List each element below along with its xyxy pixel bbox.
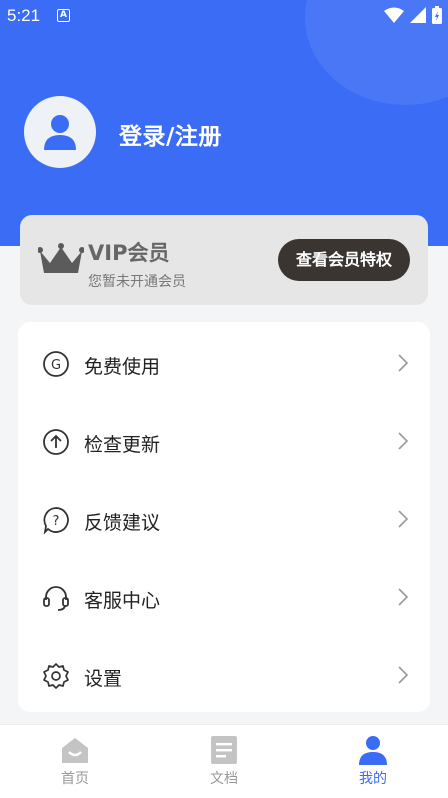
- menu-item-label: 免费使用: [84, 356, 161, 378]
- upload-arrow-icon: [43, 429, 69, 455]
- chevron-right-icon: [398, 354, 408, 372]
- menu-item-feedback[interactable]: ? 反馈建议: [18, 480, 430, 558]
- wifi-icon: [384, 7, 404, 23]
- menu-item-settings[interactable]: 设置: [18, 636, 430, 714]
- status-time: 5:21: [7, 6, 41, 25]
- vip-subtitle: 您暂未开通会员: [88, 274, 186, 290]
- battery-icon: [432, 6, 442, 24]
- headset-icon: [43, 586, 69, 611]
- profile-header: 5:21 A 登录/注册: [0, 0, 448, 246]
- view-vip-privileges-button[interactable]: 查看会员特权: [278, 239, 410, 281]
- tab-home[interactable]: 首页: [25, 725, 125, 798]
- menu-item-label: 反馈建议: [84, 512, 161, 534]
- tab-documents[interactable]: 文档: [174, 725, 274, 798]
- notification-icon: A: [57, 9, 70, 22]
- menu-item-customer-service[interactable]: 客服中心: [18, 558, 430, 636]
- tab-label: 我的: [359, 771, 387, 787]
- menu-item-free-use[interactable]: G 免费使用: [18, 324, 430, 402]
- menu-item-label: 设置: [84, 668, 123, 690]
- gear-icon: [43, 663, 69, 689]
- chevron-right-icon: [398, 432, 408, 450]
- avatar[interactable]: [24, 96, 96, 168]
- chevron-right-icon: [398, 666, 408, 684]
- vip-title: VIP会员: [88, 241, 170, 265]
- menu-item-label: 检查更新: [84, 434, 161, 456]
- document-icon: [211, 736, 237, 764]
- tab-label: 首页: [61, 771, 89, 787]
- chevron-right-icon: [398, 588, 408, 606]
- tab-mine[interactable]: 我的: [323, 725, 423, 798]
- home-icon: [62, 738, 88, 763]
- svg-text:G: G: [51, 358, 61, 373]
- menu-item-check-update[interactable]: 检查更新: [18, 402, 430, 480]
- user-icon: [44, 115, 76, 150]
- question-bubble-icon: ?: [43, 507, 69, 534]
- status-icons: [384, 6, 442, 24]
- g-coin-icon: G: [43, 351, 69, 377]
- crown-icon: [38, 243, 84, 273]
- bottom-tab-bar: 首页 文档 我的: [0, 724, 448, 798]
- settings-menu: G 免费使用 检查更新 ? 反馈建议 客服中心 设置: [18, 322, 430, 712]
- login-register-link[interactable]: 登录/注册: [119, 117, 222, 151]
- user-icon: [359, 736, 387, 765]
- status-bar: 5:21 A: [0, 0, 448, 32]
- svg-text:?: ?: [53, 514, 60, 529]
- menu-item-label: 客服中心: [84, 590, 161, 612]
- vip-card: VIP会员 您暂未开通会员 查看会员特权: [20, 215, 428, 305]
- tab-label: 文档: [210, 771, 238, 787]
- chevron-right-icon: [398, 510, 408, 528]
- signal-icon: [410, 7, 426, 23]
